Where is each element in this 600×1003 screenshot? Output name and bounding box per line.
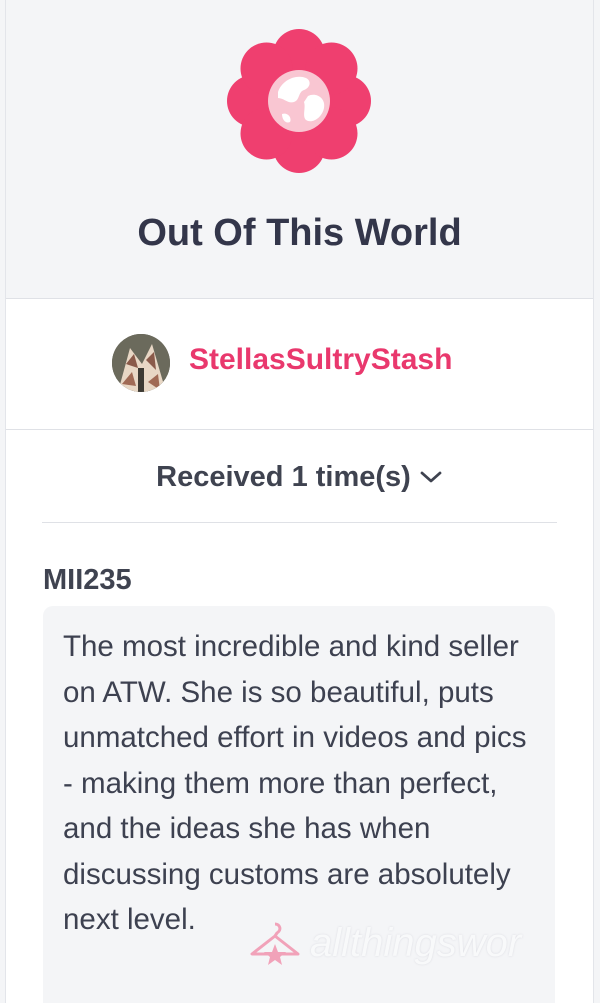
seller-name-link[interactable]: StellasSultryStash xyxy=(189,343,452,377)
chevron-down-icon xyxy=(420,471,442,483)
avatar[interactable] xyxy=(112,334,170,392)
review-box: The most incredible and kind seller on A… xyxy=(43,606,555,1003)
received-label: Received 1 time(s) xyxy=(156,460,411,493)
badge-card: Out Of This World StellasSultryStash Rec… xyxy=(5,0,594,1003)
globe-flower-icon xyxy=(227,29,371,173)
badge-header: Out Of This World xyxy=(6,0,593,299)
seller-row[interactable]: StellasSultryStash xyxy=(6,299,593,430)
review-text: The most incredible and kind seller on A… xyxy=(63,630,527,936)
review-author: MII235 xyxy=(43,564,132,596)
received-toggle[interactable]: Received 1 time(s) xyxy=(42,432,557,523)
badge-title: Out Of This World xyxy=(137,212,462,254)
